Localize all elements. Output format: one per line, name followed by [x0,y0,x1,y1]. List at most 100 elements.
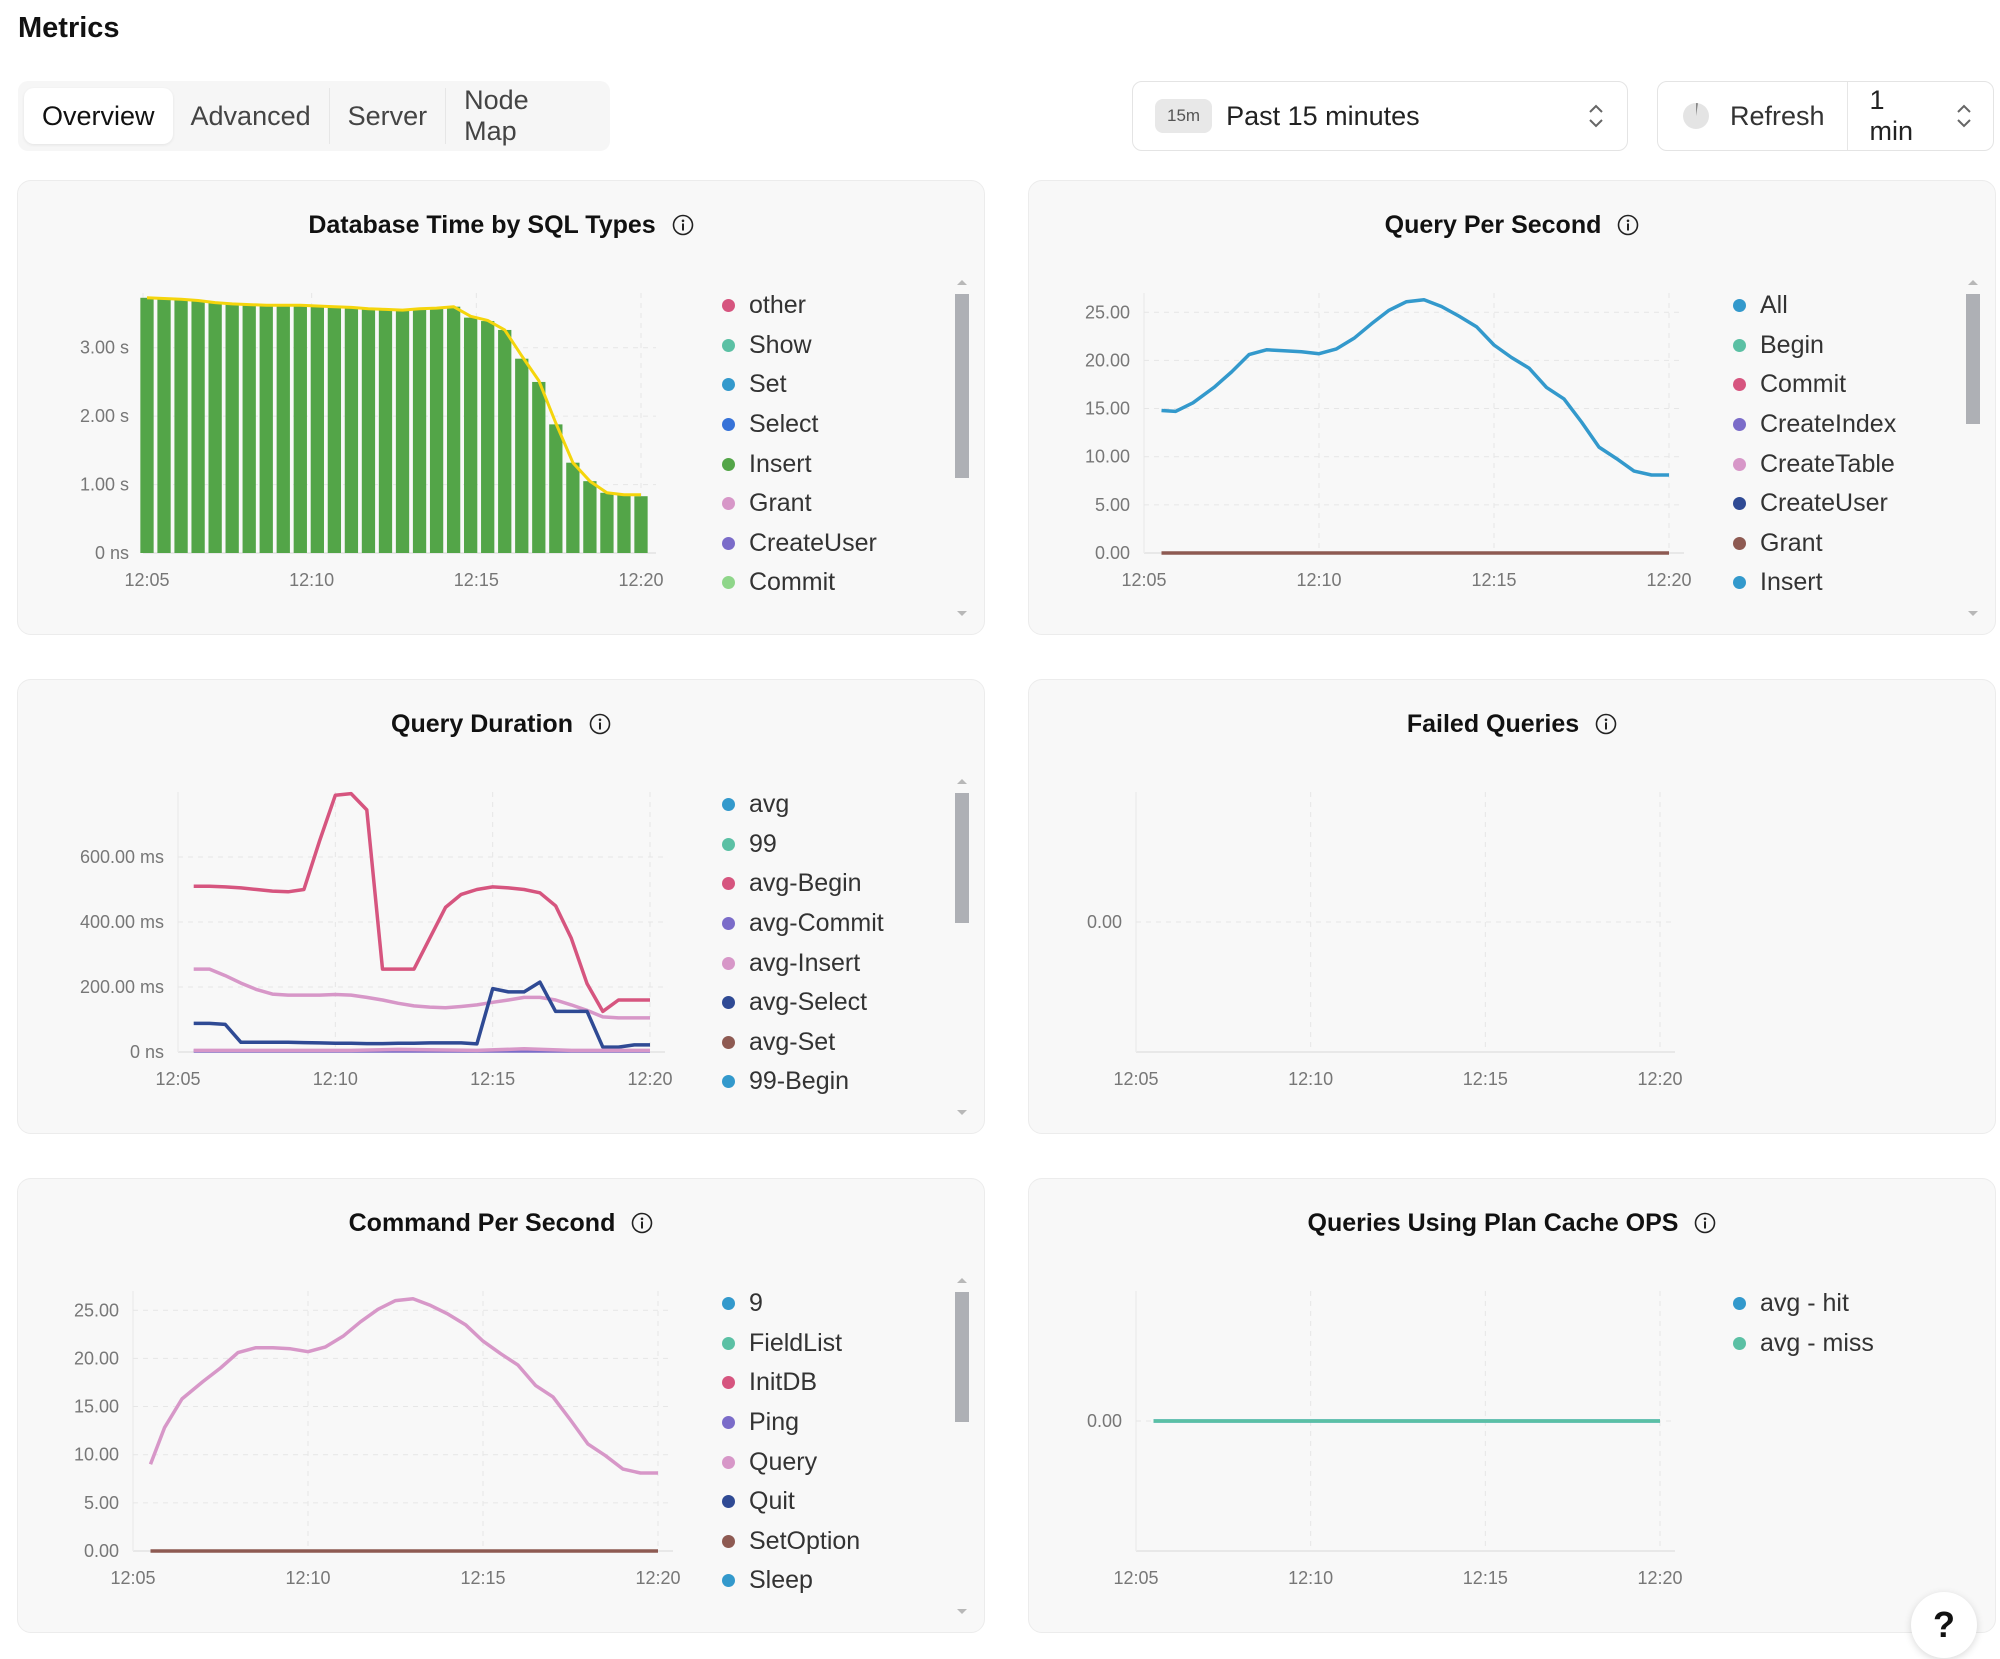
bar-insert[interactable] [617,494,631,553]
scroll-up-arrow-icon[interactable] [957,1278,967,1283]
bar-insert[interactable] [344,307,359,553]
bar-insert[interactable] [276,305,290,553]
legend-item[interactable]: Sleep [718,1561,958,1601]
legend-item[interactable]: Grant [1729,524,1969,564]
tab-overview[interactable]: Overview [24,88,173,144]
legend-item[interactable]: Show [718,326,958,366]
legend-item[interactable]: Insert [1729,563,1969,603]
legend-item[interactable]: other [718,286,958,326]
legend-scrollbar[interactable] [954,1278,970,1614]
legend-color-dot [722,1574,735,1588]
bar-insert[interactable] [634,496,648,553]
legend-label: CreateUser [749,528,877,557]
legend-item[interactable]: Ping [718,1403,958,1443]
legend-item[interactable]: avg - miss [1729,1324,1969,1364]
panel-plan-cache-ops: Queries Using Plan Cache OPS 12:05 12:10 1… [1028,1178,1996,1633]
legend-color-dot [722,1035,735,1049]
x-tick-label: 12:20 [1637,1069,1682,1089]
bar-insert[interactable] [310,306,324,553]
bar-insert[interactable] [361,308,376,553]
bar-insert[interactable] [429,308,444,553]
series-line-all[interactable] [1161,297,1670,477]
tab-advanced[interactable]: Advanced [173,88,329,144]
y-tick-label: 3.00 s [80,338,129,358]
bar-insert[interactable] [157,298,171,553]
legend-item[interactable]: avg-Begin [718,864,958,904]
scroll-down-arrow-icon[interactable] [957,1609,967,1614]
legend-item[interactable]: avg - hit [1729,1284,1969,1324]
bar-insert[interactable] [327,306,342,553]
time-range-select[interactable]: 15m Past 15 minutes [1132,81,1628,151]
legend-item[interactable]: avg [718,785,958,825]
bar-insert[interactable] [191,300,205,553]
legend-item[interactable]: avg-Commit [718,904,958,944]
scroll-down-arrow-icon[interactable] [957,1110,967,1115]
scroll-down-arrow-icon[interactable] [957,611,967,616]
legend-item[interactable]: CreateUser [1729,484,1969,524]
bar-insert[interactable] [242,305,256,553]
legend-item[interactable]: Commit [718,563,958,603]
legend-scrollbar[interactable] [1965,280,1981,616]
bar-insert[interactable] [225,304,239,553]
bar-insert[interactable] [208,302,222,553]
bar-insert[interactable] [259,305,273,553]
legend-item[interactable]: Query [718,1442,958,1482]
legend-item[interactable]: Grant [718,484,958,524]
legend-item[interactable]: Insert [718,444,958,484]
legend-item[interactable]: CreateUser [718,524,958,564]
bar-insert[interactable] [464,317,478,553]
tab-node-map[interactable]: Node Map [446,85,604,146]
scroll-up-arrow-icon[interactable] [957,280,967,285]
legend-item[interactable]: CreateTable [1729,444,1969,484]
tab-server[interactable]: Server [330,88,446,144]
bar-insert[interactable] [293,305,307,553]
legend-item[interactable]: Quit [718,1482,958,1522]
scroll-down-arrow-icon[interactable] [1968,611,1978,616]
legend-item[interactable]: Commit [1729,365,1969,405]
legend-item[interactable]: Set [718,365,958,405]
bar-insert[interactable] [532,381,546,553]
bar-insert[interactable] [583,481,597,553]
legend-item[interactable]: avg-Set [718,1023,958,1063]
legend-scrollbar[interactable] [954,280,970,616]
bar-insert[interactable] [498,329,512,553]
bar-insert[interactable] [174,299,188,553]
legend-item[interactable]: 99 [718,825,958,865]
bar-insert[interactable] [566,462,580,553]
refresh-interval-label: 1 min [1869,85,1914,146]
scroll-thumb[interactable] [955,294,969,479]
refresh-interval-select[interactable]: 1 min [1848,82,1993,150]
legend-item[interactable]: avg-Select [718,983,958,1023]
bar-insert[interactable] [395,310,410,553]
legend-item[interactable]: FieldList [718,1324,958,1364]
legend-scrollbar[interactable] [954,779,970,1115]
legend-item[interactable]: All [1729,286,1969,326]
bar-insert[interactable] [446,306,461,553]
series-line-avg-begin[interactable] [193,791,650,1014]
bar-insert[interactable] [481,321,495,553]
bar-insert[interactable] [378,309,393,553]
scroll-thumb[interactable] [955,1292,969,1422]
legend-item[interactable]: CreateIndex [1729,405,1969,445]
legend-item[interactable]: 99-Begin [718,1062,958,1102]
legend-item[interactable]: SetOption [718,1522,958,1562]
legend-item[interactable]: Begin [1729,326,1969,366]
bar-insert[interactable] [515,358,529,553]
help-button[interactable]: ? [1911,1592,1977,1658]
bar-insert[interactable] [412,309,427,553]
scroll-up-arrow-icon[interactable] [1968,280,1978,285]
legend-item[interactable]: avg-Insert [718,943,958,983]
scroll-thumb[interactable] [955,793,969,923]
series-line-query[interactable] [148,1296,659,1475]
bar-insert[interactable] [549,424,563,553]
legend-color-dot [722,1534,735,1548]
series-line-avg-set[interactable] [193,1047,650,1053]
scroll-thumb[interactable] [1966,294,1980,424]
scroll-up-arrow-icon[interactable] [957,779,967,784]
legend-item[interactable]: 9 [718,1284,958,1324]
bar-insert[interactable] [140,297,154,553]
legend-item[interactable]: InitDB [718,1363,958,1403]
legend-item[interactable]: Select [718,405,958,445]
bar-insert[interactable] [600,492,614,553]
refresh-button[interactable]: Refresh [1658,82,1847,150]
